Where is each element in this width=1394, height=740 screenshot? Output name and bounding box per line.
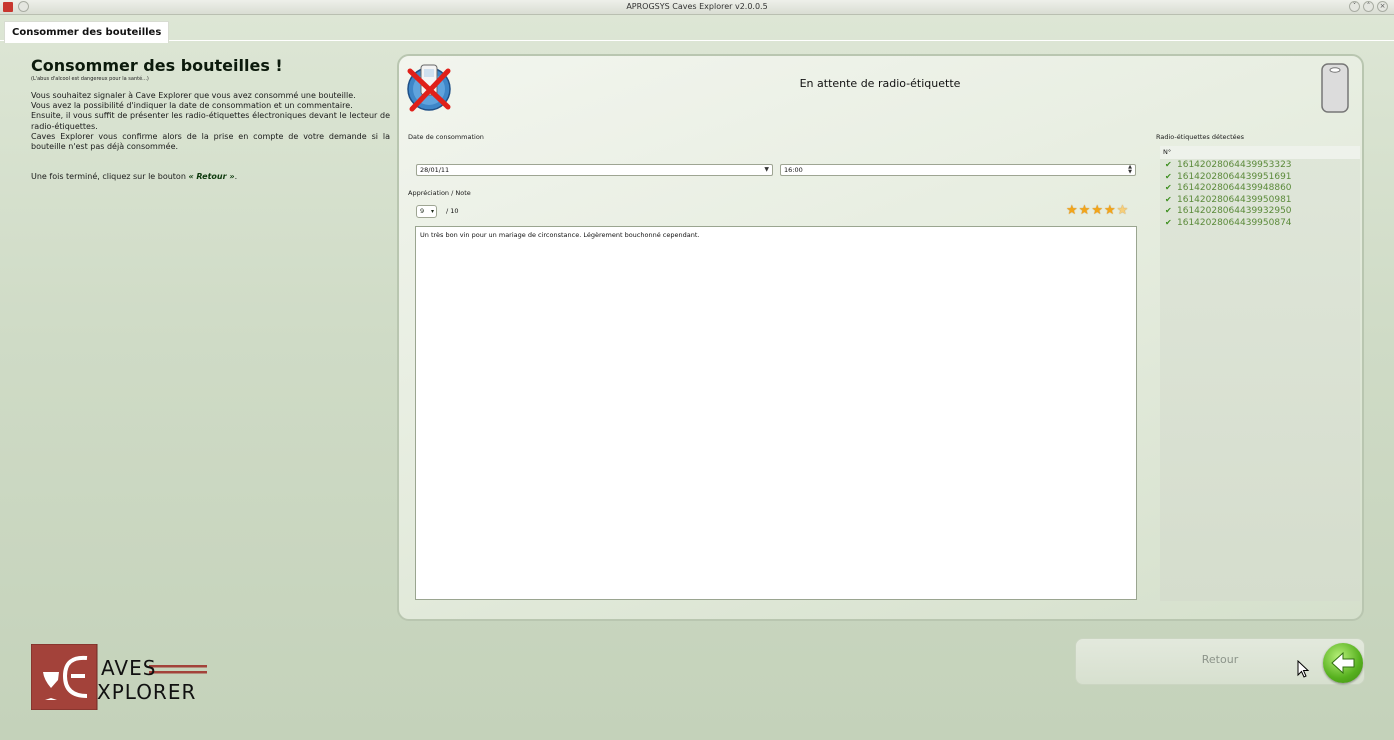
caves-explorer-logo: AVES XPLORER	[31, 644, 207, 710]
tags-column-header: N°	[1160, 146, 1360, 159]
time-value: 16:00	[784, 166, 803, 174]
list-item[interactable]: ✔ 16142028064439953323	[1160, 159, 1360, 171]
tag-number: 16142028064439950981	[1177, 194, 1292, 205]
finish-text: Une fois terminé, cliquez sur le bouton	[31, 172, 189, 181]
star-icon[interactable]: ★	[1079, 204, 1091, 218]
tab-strip: Consommer des bouteilles	[0, 15, 1394, 43]
tag-number: 16142028064439948860	[1177, 183, 1292, 194]
page-title: Consommer des bouteilles !	[31, 56, 283, 75]
back-label[interactable]: Retour	[1160, 653, 1280, 666]
description-line: Vous souhaitez signaler à Cave Explorer …	[31, 91, 356, 100]
tags-label: Radio-étiquettes détectées	[1156, 133, 1245, 141]
window-title: APROGSYS Caves Explorer v2.0.0.5	[626, 2, 768, 11]
maximize-button[interactable]: ˄	[1363, 1, 1374, 12]
star-icon[interactable]: ★	[1066, 204, 1078, 218]
rating-stars[interactable]: ★ ★ ★ ★ ★	[1066, 204, 1128, 218]
description-line: Ensuite, il vous suffit de présenter les…	[31, 111, 390, 131]
note-select[interactable]: 9 ▾	[416, 205, 437, 218]
minimize-button[interactable]: ˅	[1349, 1, 1360, 12]
check-icon: ✔	[1165, 206, 1172, 216]
list-item[interactable]: ✔ 16142028064439932950	[1160, 205, 1360, 217]
check-icon: ✔	[1165, 217, 1172, 227]
check-icon: ✔	[1165, 171, 1172, 181]
list-item[interactable]: ✔ 16142028064439948860	[1160, 182, 1360, 194]
tag-number: 16142028064439950874	[1177, 217, 1292, 228]
spinner-arrows-icon[interactable]: ▲ ▼	[1128, 165, 1132, 175]
app-icon	[3, 2, 13, 12]
tag-number: 16142028064439953323	[1177, 160, 1292, 170]
date-label: Date de consommation	[408, 133, 484, 141]
status-text: En attente de radio-étiquette	[799, 77, 961, 90]
tab-consommer[interactable]: Consommer des bouteilles	[4, 21, 170, 43]
finish-instruction: Une fois terminé, cliquez sur le bouton …	[31, 172, 237, 181]
date-select[interactable]: 28/01/11 ▼	[416, 164, 773, 176]
logo-line1: AVES	[101, 656, 156, 680]
detected-tags-list[interactable]: N° ✔ 16142028064439953323 ✔ 16142028064439…	[1160, 146, 1360, 601]
description-line: Vous avez la possibilité d'indiquer la d…	[31, 101, 353, 111]
window-menu-button[interactable]	[18, 1, 29, 12]
window-titlebar: APROGSYS Caves Explorer v2.0.0.5 ˅ ˄ ×	[0, 0, 1394, 15]
check-icon: ✔	[1165, 194, 1172, 204]
tag-number: 16142028064439932950	[1177, 206, 1292, 217]
time-spinner[interactable]: 16:00 ▲ ▼	[780, 164, 1136, 176]
rfid-tag-icon	[1321, 63, 1349, 113]
note-max: / 10	[446, 207, 459, 215]
back-button[interactable]	[1323, 643, 1363, 683]
chevron-down-icon: ▾	[430, 208, 434, 215]
star-icon[interactable]: ★	[1091, 204, 1103, 218]
finish-suffix: .	[234, 172, 238, 181]
page-subtitle: (L'abus d'alcool est dangereux pour la s…	[31, 76, 149, 82]
tag-number: 16142028064439951691	[1177, 171, 1292, 182]
logo-line2: XPLORER	[97, 680, 196, 704]
note-value: 9	[420, 207, 425, 215]
note-label: Appréciation / Note	[408, 189, 471, 197]
half-star-icon[interactable]: ★	[1117, 204, 1129, 218]
chevron-down-icon: ▼	[764, 166, 769, 173]
list-item[interactable]: ✔ 16142028064439951691	[1160, 171, 1360, 183]
check-icon: ✔	[1165, 183, 1172, 193]
description-line: Caves Explorer vous confirme alors de la…	[31, 131, 390, 152]
description: Vous souhaitez signaler à Cave Explorer …	[31, 91, 390, 152]
rfid-reader-icon	[407, 64, 451, 112]
star-icon[interactable]: ★	[1104, 204, 1116, 218]
list-item[interactable]: ✔ 16142028064439950874	[1160, 217, 1360, 229]
close-button[interactable]: ×	[1377, 1, 1388, 12]
mouse-cursor-icon	[1297, 660, 1309, 678]
comment-textarea[interactable]: Un très bon vin pour un mariage de circo…	[415, 226, 1137, 600]
date-value: 28/01/11	[420, 166, 450, 174]
check-icon: ✔	[1165, 160, 1172, 169]
list-item[interactable]: ✔ 16142028064439950981	[1160, 194, 1360, 206]
finish-button-ref: « Retour »	[188, 172, 235, 181]
arrow-left-icon	[1331, 651, 1355, 675]
